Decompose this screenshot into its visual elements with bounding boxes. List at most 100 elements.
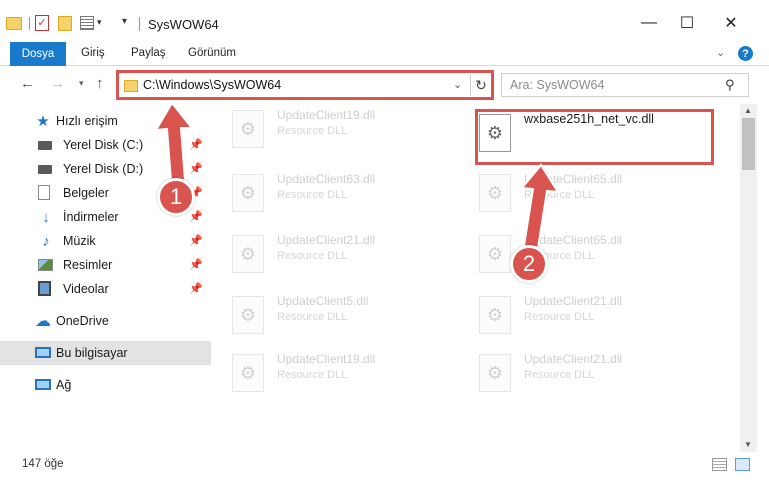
pin-icon[interactable]: 📌 <box>189 258 203 271</box>
sidebar-item-music[interactable]: ♪ Müzik 📌 <box>0 229 211 253</box>
recent-locations-icon[interactable]: ▾ <box>79 78 84 89</box>
dll-file-icon: ⚙ <box>232 354 264 392</box>
sidebar-item-label: İndirmeler <box>63 210 119 224</box>
file-item[interactable]: ⚙ UpdateClient63.dll Resource DLL <box>211 168 451 226</box>
sidebar-item-label: Müzik <box>63 234 96 248</box>
close-button[interactable]: ✕ <box>708 8 754 38</box>
file-name: UpdateClient63.dll <box>277 172 376 186</box>
address-dropdown-icon[interactable]: ⌄ <box>453 78 462 91</box>
folder-icon <box>6 17 22 30</box>
sidebar-item-label: Belgeler <box>63 186 109 200</box>
customize-toolbar-icon[interactable]: ▾ <box>122 16 127 27</box>
file-type: Resource DLL <box>277 311 348 323</box>
sidebar-item-label: Resimler <box>63 258 113 272</box>
sidebar-item-pictures[interactable]: Resimler 📌 <box>0 253 211 277</box>
file-name: UpdateClient21.dll <box>277 233 376 247</box>
pin-icon[interactable]: 📌 <box>189 162 203 175</box>
large-icons-view-icon[interactable] <box>735 458 750 471</box>
navigation-pane: ★ Hızlı erişim Yerel Disk (C:) 📌 Yerel D… <box>0 104 211 452</box>
folder-icon <box>124 80 138 92</box>
step-marker-1: 1 <box>157 178 195 216</box>
file-item[interactable]: ⚙ UpdateClient65.dll Resource DLL <box>458 229 698 287</box>
file-item[interactable]: ⚙ UpdateClient5.dll Resource DLL <box>211 290 451 348</box>
tab-home[interactable]: Giriş <box>81 47 105 59</box>
file-type: Resource DLL <box>277 369 348 381</box>
pin-icon[interactable]: 📌 <box>189 282 203 295</box>
help-icon[interactable]: ? <box>738 46 753 61</box>
file-name: UpdateClient5.dll <box>277 294 369 308</box>
toolbar-divider <box>29 17 30 30</box>
sidebar-item-videos[interactable]: Videolar 📌 <box>0 277 211 301</box>
scroll-up-icon[interactable]: ▲ <box>744 106 752 115</box>
file-type: Resource DLL <box>524 189 595 201</box>
cloud-icon: ☁ <box>35 313 51 330</box>
search-placeholder: Ara: SysWOW64 <box>510 78 605 92</box>
properties-check-icon[interactable]: ✓ <box>35 15 49 31</box>
step-marker-2: 2 <box>510 245 548 283</box>
back-button[interactable]: ← <box>20 75 35 92</box>
sidebar-item-network[interactable]: Ağ <box>0 373 211 397</box>
address-text[interactable]: C:\Windows\SysWOW64 <box>143 78 281 92</box>
sidebar-item-label: OneDrive <box>56 314 109 328</box>
videos-icon <box>38 281 51 296</box>
search-input[interactable]: Ara: SysWOW64 ⚲ <box>501 73 749 97</box>
vertical-scrollbar[interactable]: ▲ ▼ <box>740 104 757 452</box>
sidebar-item-label: Bu bilgisayar <box>56 346 128 360</box>
status-bar: 147 öğe <box>0 452 769 488</box>
sidebar-item-label: Videolar <box>63 282 109 296</box>
pictures-icon <box>38 259 53 271</box>
sidebar-item-onedrive[interactable]: ☁ OneDrive <box>0 309 211 333</box>
maximize-button[interactable]: ☐ <box>664 8 710 38</box>
tab-file[interactable]: Dosya <box>10 42 66 66</box>
expand-ribbon-icon[interactable]: ⌄ <box>716 46 725 59</box>
sidebar-item-this-pc[interactable]: Bu bilgisayar <box>0 341 211 365</box>
sidebar-item-label: Ağ <box>56 378 72 392</box>
sidebar-item-disk-c[interactable]: Yerel Disk (C:) 📌 <box>0 133 211 157</box>
address-bar[interactable]: C:\Windows\SysWOW64 ⌄ ↻ <box>116 70 494 100</box>
item-count: 147 öğe <box>22 458 64 470</box>
pin-icon[interactable]: 📌 <box>189 234 203 247</box>
properties-dropdown-icon[interactable]: ▾ <box>97 17 102 28</box>
file-name: UpdateClient65.dll <box>524 233 623 247</box>
sidebar-item-label: Yerel Disk (D:) <box>63 162 144 176</box>
title-bar: ✓ ▾ ▾ SysWOW64 — ☐ ✕ <box>0 0 769 42</box>
new-folder-icon[interactable] <box>58 16 72 31</box>
star-icon: ★ <box>36 113 50 130</box>
file-item[interactable]: ⚙ UpdateClient21.dll Resource DLL <box>211 229 451 287</box>
file-type: Resource DLL <box>524 369 595 381</box>
file-type: Resource DLL <box>277 125 348 137</box>
sidebar-item-quick-access[interactable]: ★ Hızlı erişim <box>0 109 211 133</box>
tab-view[interactable]: Görünüm <box>188 47 236 59</box>
properties-icon[interactable] <box>80 16 94 30</box>
dll-file-icon: ⚙ <box>479 174 511 212</box>
pin-icon[interactable]: 📌 <box>189 210 203 223</box>
refresh-icon[interactable]: ↻ <box>470 74 491 96</box>
dll-file-icon: ⚙ <box>232 174 264 212</box>
drive-icon <box>38 141 52 150</box>
file-item[interactable]: ⚙ UpdateClient21.dll Resource DLL <box>458 348 698 406</box>
search-icon[interactable]: ⚲ <box>725 77 735 93</box>
file-name: UpdateClient19.dll <box>277 352 376 366</box>
file-item[interactable]: ⚙ UpdateClient65.dll Resource DLL <box>458 168 698 226</box>
forward-button[interactable]: → <box>50 75 65 92</box>
file-item[interactable]: ⚙ UpdateClient19.dll Resource DLL <box>211 104 451 162</box>
pin-icon[interactable]: 📌 <box>189 138 203 151</box>
file-name: UpdateClient65.dll <box>524 172 623 186</box>
file-highlight-box <box>475 109 714 165</box>
scroll-down-icon[interactable]: ▼ <box>744 440 752 449</box>
dll-file-icon: ⚙ <box>232 110 264 148</box>
documents-icon <box>38 185 50 200</box>
dll-file-icon: ⚙ <box>479 235 511 273</box>
details-view-icon[interactable] <box>712 458 727 471</box>
file-item[interactable]: ⚙ UpdateClient21.dll Resource DLL <box>458 290 698 348</box>
network-icon <box>35 379 51 390</box>
file-item[interactable]: ⚙ UpdateClient19.dll Resource DLL <box>211 348 451 406</box>
dll-file-icon: ⚙ <box>232 235 264 273</box>
tab-share[interactable]: Paylaş <box>131 47 166 59</box>
sidebar-item-label: Hızlı erişim <box>56 114 118 128</box>
file-type: Resource DLL <box>277 189 348 201</box>
dll-file-icon: ⚙ <box>479 296 511 334</box>
up-button[interactable]: ↑ <box>96 75 104 92</box>
scrollbar-thumb[interactable] <box>742 118 755 170</box>
dll-file-icon: ⚙ <box>232 296 264 334</box>
